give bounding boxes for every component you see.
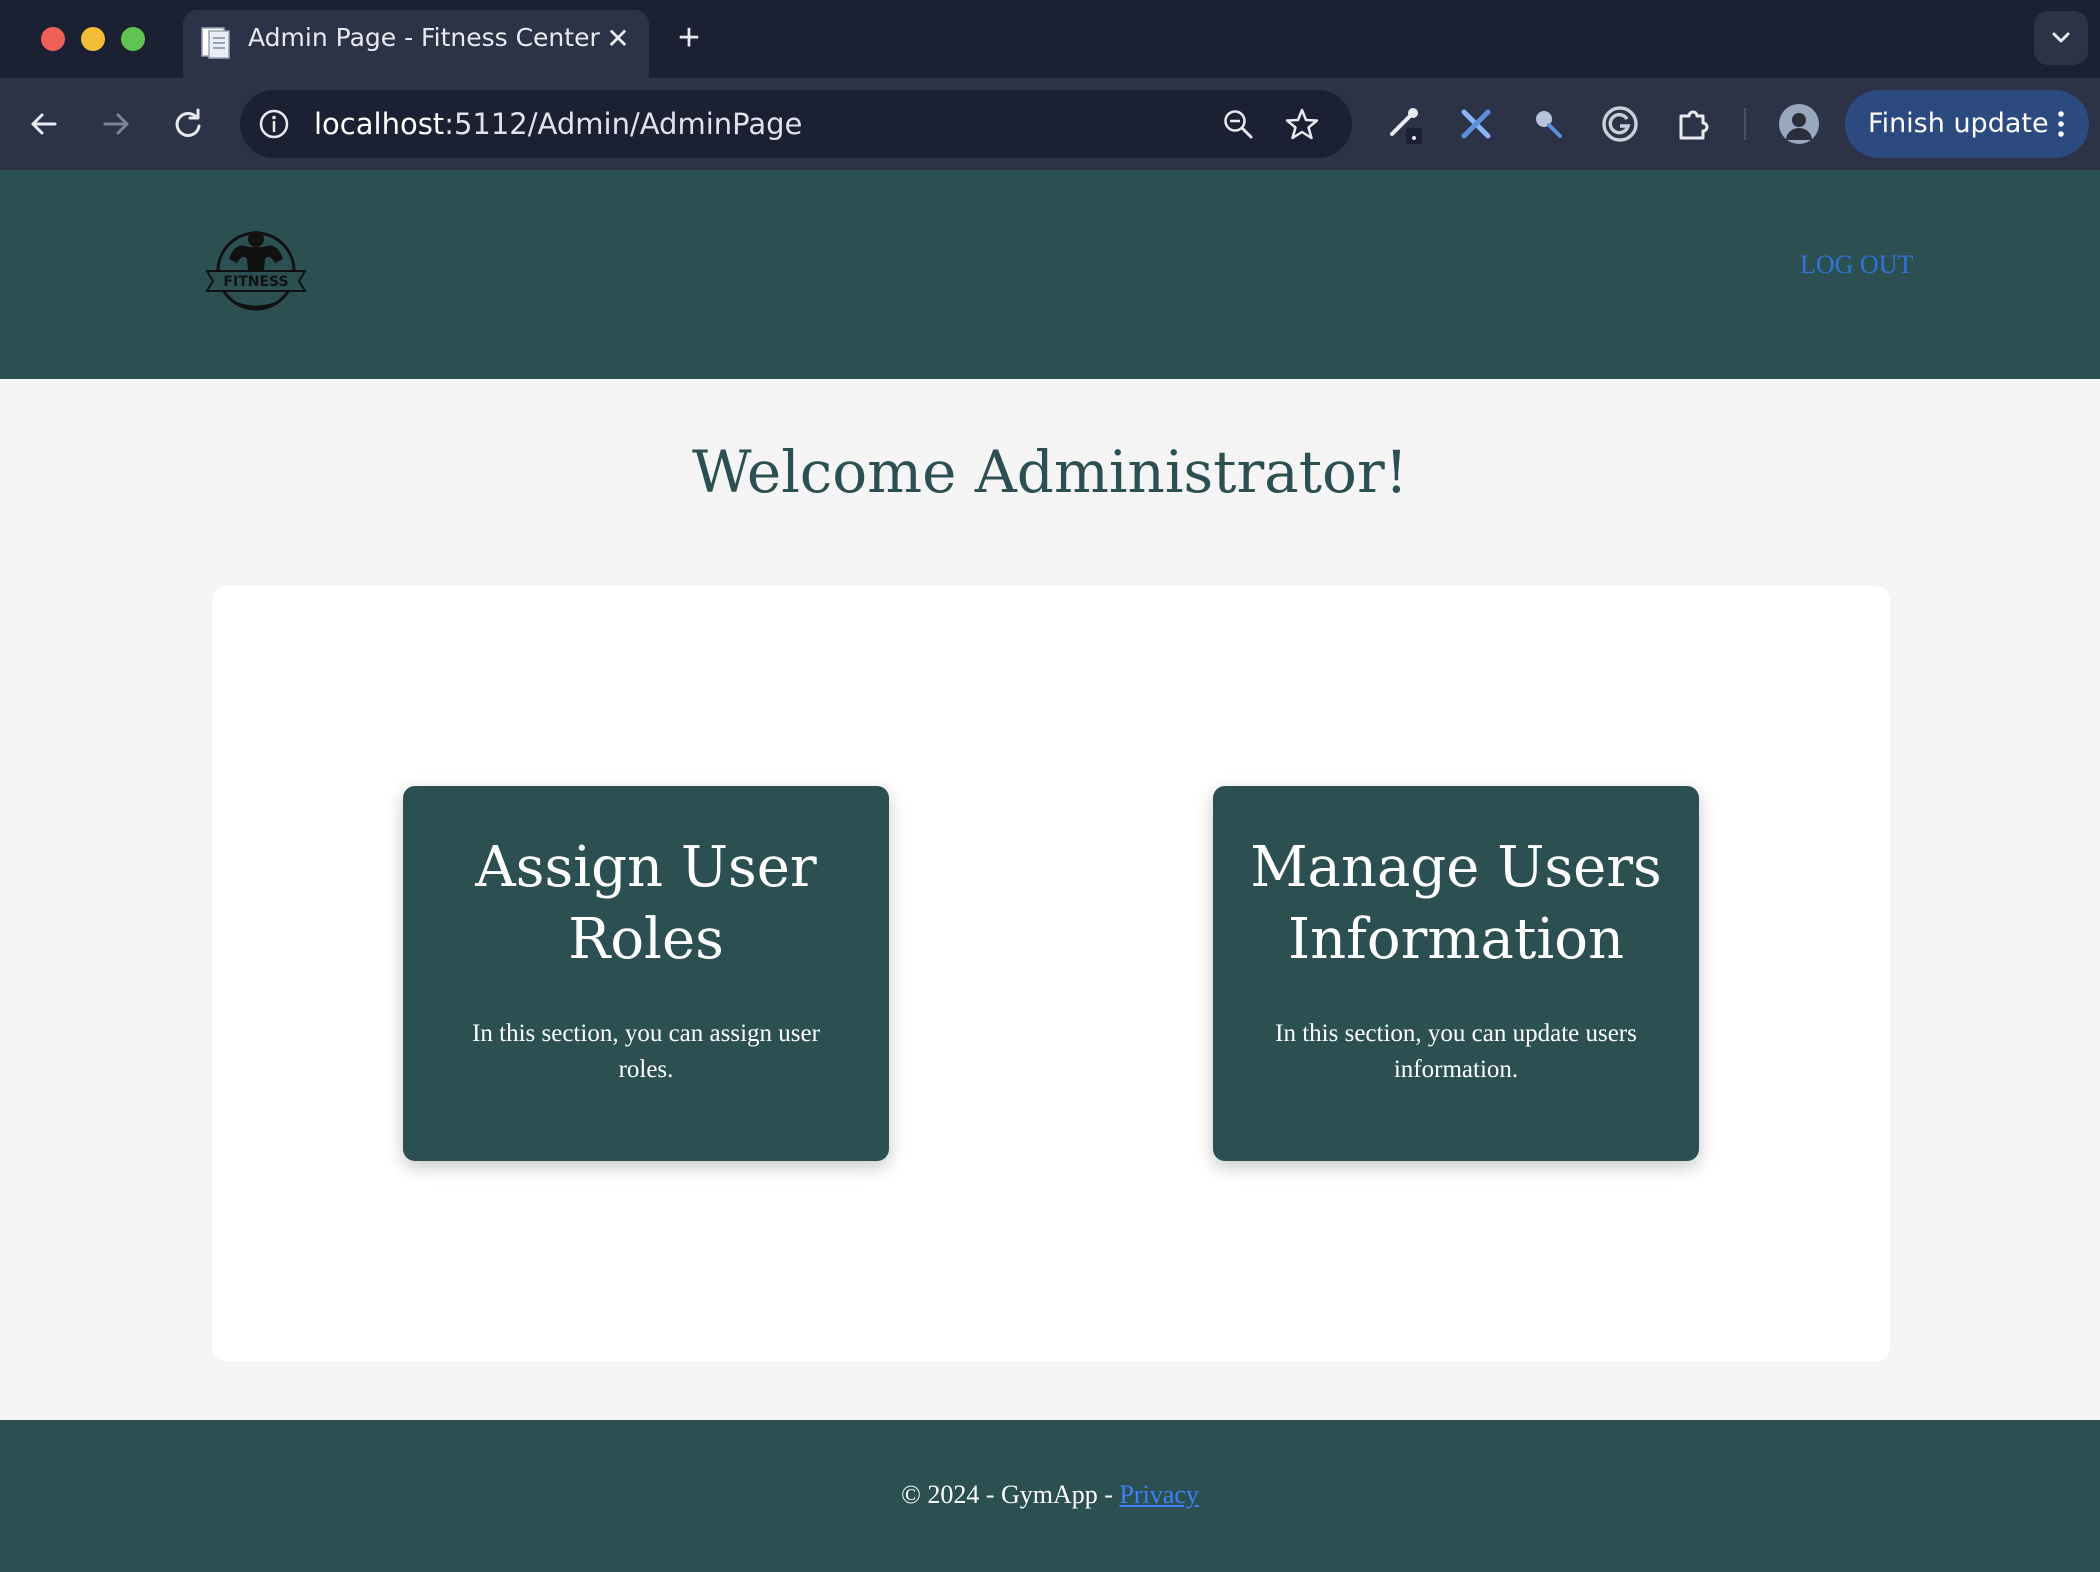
site-info-icon[interactable] — [258, 108, 290, 140]
card-description: In this section, you can update users in… — [1275, 1020, 1637, 1083]
grammarly-extension-icon[interactable] — [1598, 102, 1642, 146]
kebab-menu-icon[interactable] — [2053, 110, 2069, 138]
toolbar-divider — [1744, 108, 1746, 140]
tools-extension-icon[interactable] — [1454, 102, 1498, 146]
url-text[interactable]: localhost:5112/Admin/AdminPage — [314, 90, 802, 158]
extensions-puzzle-icon[interactable] — [1672, 102, 1716, 146]
site-header: FITNESS LOG OUT — [0, 170, 2100, 379]
admin-panel: Assign User Roles In this section, you c… — [212, 586, 1890, 1361]
logout-link[interactable]: LOG OUT — [1800, 250, 1913, 280]
assign-user-roles-card[interactable]: Assign User Roles In this section, you c… — [403, 786, 889, 1161]
zoom-icon[interactable] — [1220, 106, 1256, 142]
browser-toolbar: localhost:5112/Admin/AdminPage Finish up… — [0, 78, 2100, 170]
fitness-logo[interactable]: FITNESS — [205, 219, 307, 315]
browser-titlebar: Admin Page - Fitness Center ✕ + — [0, 0, 2100, 78]
page-favicon-icon — [201, 27, 230, 59]
footer-text: © 2024 - GymApp - Privacy — [0, 1480, 2100, 1510]
url-host: localhost — [314, 107, 445, 141]
window-maximize-button[interactable] — [121, 27, 145, 51]
url-path: :5112/Admin/AdminPage — [444, 107, 803, 141]
site-footer: © 2024 - GymApp - Privacy — [0, 1420, 2100, 1572]
finish-update-button[interactable]: Finish update — [1845, 90, 2089, 158]
tab-close-icon[interactable]: ✕ — [601, 22, 635, 56]
eyedropper-extension-icon[interactable] — [1382, 102, 1426, 146]
privacy-link[interactable]: Privacy — [1119, 1480, 1198, 1509]
copyright-text: © 2024 - GymApp - — [901, 1480, 1120, 1509]
new-tab-button[interactable]: + — [669, 18, 709, 58]
manage-users-information-card[interactable]: Manage Users Information In this section… — [1213, 786, 1699, 1161]
search-extension-icon[interactable] — [1526, 102, 1570, 146]
forward-arrow-icon[interactable] — [92, 100, 140, 148]
logo-text: FITNESS — [223, 274, 288, 290]
card-title: Manage Users Information — [1250, 835, 1662, 972]
card-description: In this section, you can assign user rol… — [472, 1020, 820, 1083]
back-arrow-icon[interactable] — [20, 100, 68, 148]
card-title: Assign User Roles — [475, 835, 817, 972]
profile-avatar[interactable] — [1777, 102, 1821, 146]
bookmark-star-icon[interactable] — [1284, 106, 1320, 142]
window-close-button[interactable] — [41, 27, 65, 51]
chevron-down-icon — [2052, 32, 2070, 43]
tab-search-button[interactable] — [2034, 11, 2088, 65]
browser-tab[interactable]: Admin Page - Fitness Center ✕ — [183, 10, 649, 78]
page-title: Welcome Administrator! — [691, 438, 1409, 506]
address-bar[interactable]: localhost:5112/Admin/AdminPage — [240, 90, 1352, 158]
window-minimize-button[interactable] — [81, 27, 105, 51]
tab-title: Admin Page - Fitness Center — [248, 23, 600, 52]
finish-update-label: Finish update — [1868, 108, 2049, 139]
reload-icon[interactable] — [164, 100, 212, 148]
